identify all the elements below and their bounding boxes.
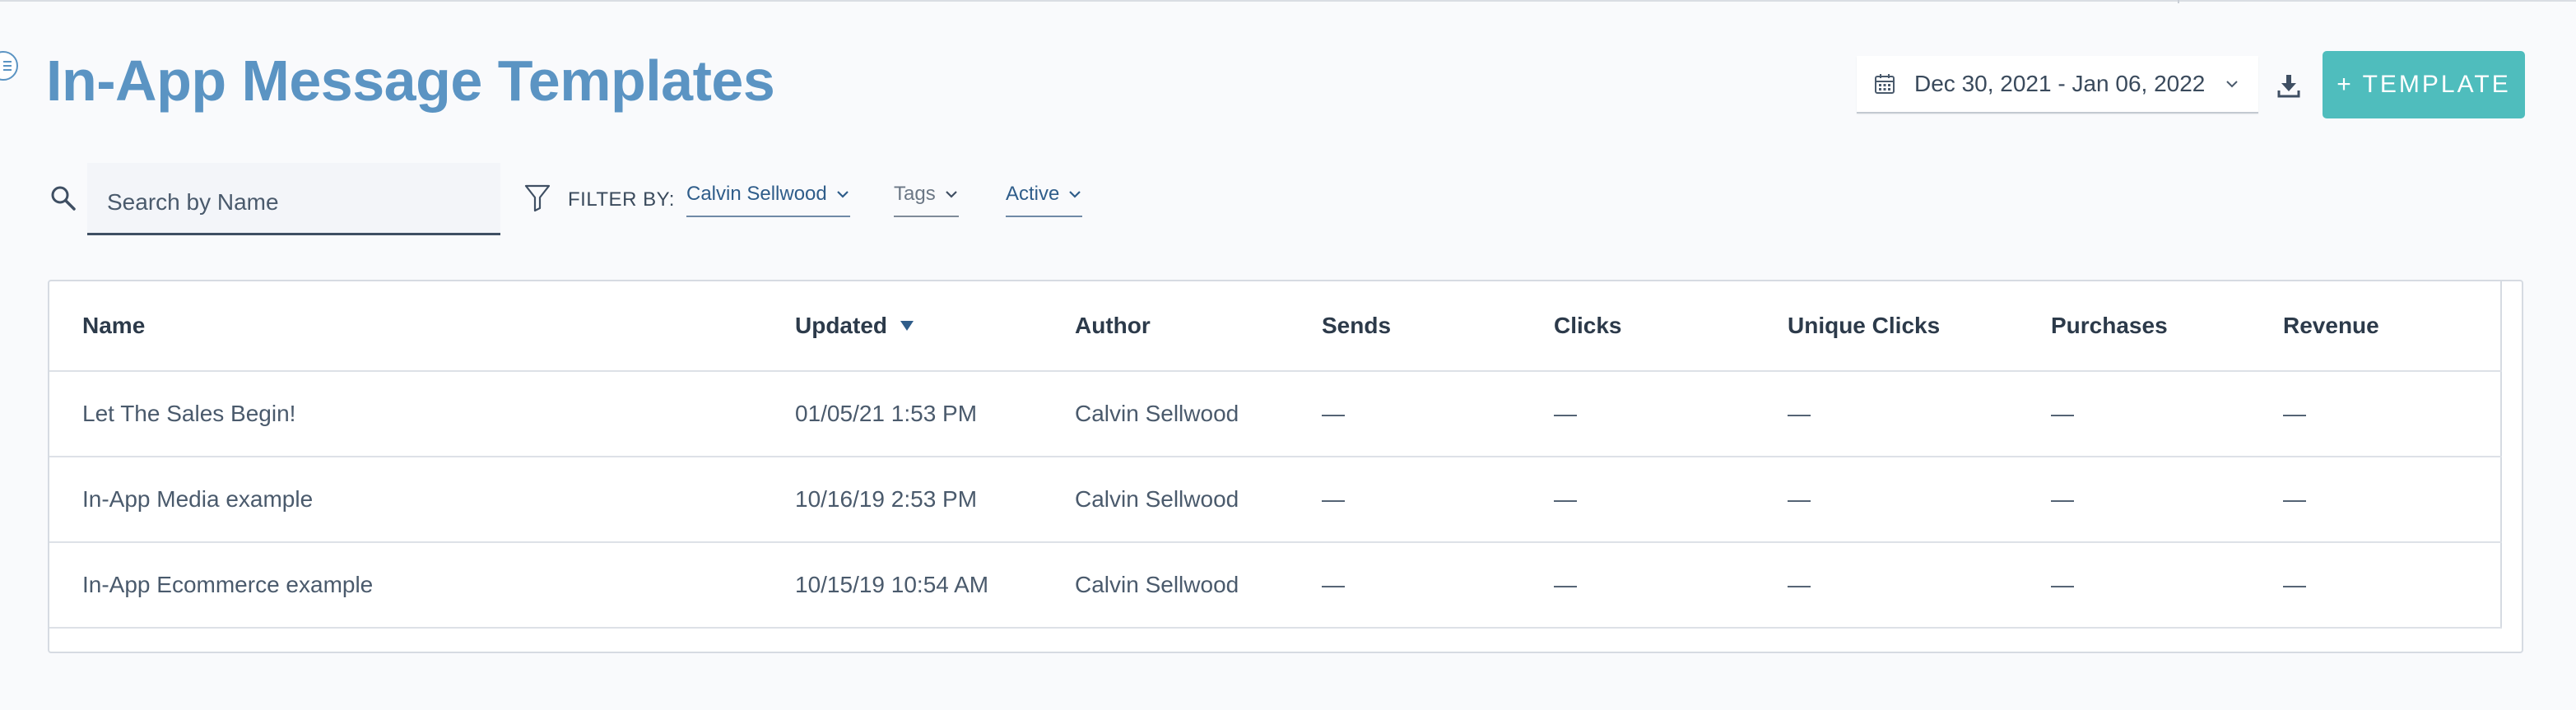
templates-table: Name Updated Author Sends Clicks Unique … bbox=[48, 280, 2523, 653]
chevron-down-icon bbox=[2224, 76, 2240, 92]
date-range-picker[interactable]: Dec 30, 2021 - Jan 06, 2022 bbox=[1857, 56, 2258, 114]
column-header-author[interactable]: Author bbox=[1075, 281, 1151, 370]
template-name-link[interactable]: In-App Media example bbox=[82, 457, 313, 541]
cell-sends: — bbox=[1322, 486, 1345, 512]
sidebar-toggle-button[interactable] bbox=[0, 51, 18, 81]
cell-sends: — bbox=[1322, 572, 1345, 597]
top-border-tick bbox=[2178, 0, 2179, 3]
chevron-down-icon bbox=[944, 187, 959, 202]
column-header-purchases[interactable]: Purchases bbox=[2051, 281, 2168, 370]
date-range-text: Dec 30, 2021 - Jan 06, 2022 bbox=[1914, 71, 2206, 96]
cell-updated: 10/16/19 2:53 PM bbox=[795, 486, 978, 512]
cell-purchases: — bbox=[2051, 572, 2074, 597]
cell-author: Calvin Sellwood bbox=[1075, 572, 1239, 597]
chevron-down-icon bbox=[1067, 187, 1082, 202]
template-name-link[interactable]: In-App Ecommerce example bbox=[82, 543, 373, 627]
tags-filter-value: Tags bbox=[894, 183, 936, 205]
cell-purchases: — bbox=[2051, 401, 2074, 426]
tags-filter-dropdown[interactable]: Tags bbox=[894, 183, 959, 217]
menu-icon bbox=[3, 61, 12, 71]
column-header-unique-clicks[interactable]: Unique Clicks bbox=[1788, 281, 1940, 370]
chevron-down-icon bbox=[835, 187, 850, 202]
cell-author: Calvin Sellwood bbox=[1075, 401, 1239, 426]
cell-clicks: — bbox=[1554, 401, 1577, 426]
table-row[interactable]: In-App Ecommerce example 10/15/19 10:54 … bbox=[49, 543, 2502, 629]
cell-unique-clicks: — bbox=[1788, 401, 1811, 426]
status-filter-value: Active bbox=[1006, 183, 1060, 205]
calendar-icon bbox=[1873, 72, 1896, 95]
cell-revenue: — bbox=[2283, 572, 2306, 597]
column-header-updated[interactable]: Updated bbox=[795, 281, 915, 370]
cell-updated: 01/05/21 1:53 PM bbox=[795, 401, 978, 426]
cell-updated: 10/15/19 10:54 AM bbox=[795, 572, 989, 597]
search-input[interactable] bbox=[87, 163, 500, 235]
author-filter-dropdown[interactable]: Calvin Sellwood bbox=[686, 183, 850, 217]
author-filter-value: Calvin Sellwood bbox=[686, 183, 827, 205]
cell-revenue: — bbox=[2283, 486, 2306, 512]
table-row[interactable]: In-App Media example 10/16/19 2:53 PM Ca… bbox=[49, 457, 2502, 543]
download-button[interactable] bbox=[2276, 72, 2301, 99]
column-header-name[interactable]: Name bbox=[82, 281, 145, 370]
download-icon bbox=[2277, 75, 2300, 98]
cell-purchases: — bbox=[2051, 486, 2074, 512]
cell-clicks: — bbox=[1554, 486, 1577, 512]
cell-author: Calvin Sellwood bbox=[1075, 486, 1239, 512]
cell-unique-clicks: — bbox=[1788, 486, 1811, 512]
table-row[interactable]: Let The Sales Begin! 01/05/21 1:53 PM Ca… bbox=[49, 372, 2502, 457]
page-title: In-App Message Templates bbox=[46, 49, 775, 113]
template-name-link[interactable]: Let The Sales Begin! bbox=[82, 372, 295, 456]
cell-clicks: — bbox=[1554, 572, 1577, 597]
cell-sends: — bbox=[1322, 401, 1345, 426]
search-icon bbox=[49, 184, 77, 212]
column-header-clicks[interactable]: Clicks bbox=[1554, 281, 1622, 370]
top-border bbox=[0, 0, 2576, 2]
column-header-revenue[interactable]: Revenue bbox=[2283, 281, 2379, 370]
column-header-updated-label: Updated bbox=[795, 313, 887, 338]
table-header-row: Name Updated Author Sends Clicks Unique … bbox=[49, 281, 2502, 372]
filter-icon bbox=[523, 183, 551, 212]
sort-desc-icon bbox=[899, 319, 915, 332]
table-body: Name Updated Author Sends Clicks Unique … bbox=[49, 281, 2502, 629]
status-filter-dropdown[interactable]: Active bbox=[1006, 183, 1083, 217]
filter-by-label: FILTER BY: bbox=[568, 188, 675, 211]
add-template-button[interactable]: + TEMPLATE bbox=[2323, 51, 2525, 118]
column-header-sends[interactable]: Sends bbox=[1322, 281, 1391, 370]
cell-revenue: — bbox=[2283, 401, 2306, 426]
cell-unique-clicks: — bbox=[1788, 572, 1811, 597]
